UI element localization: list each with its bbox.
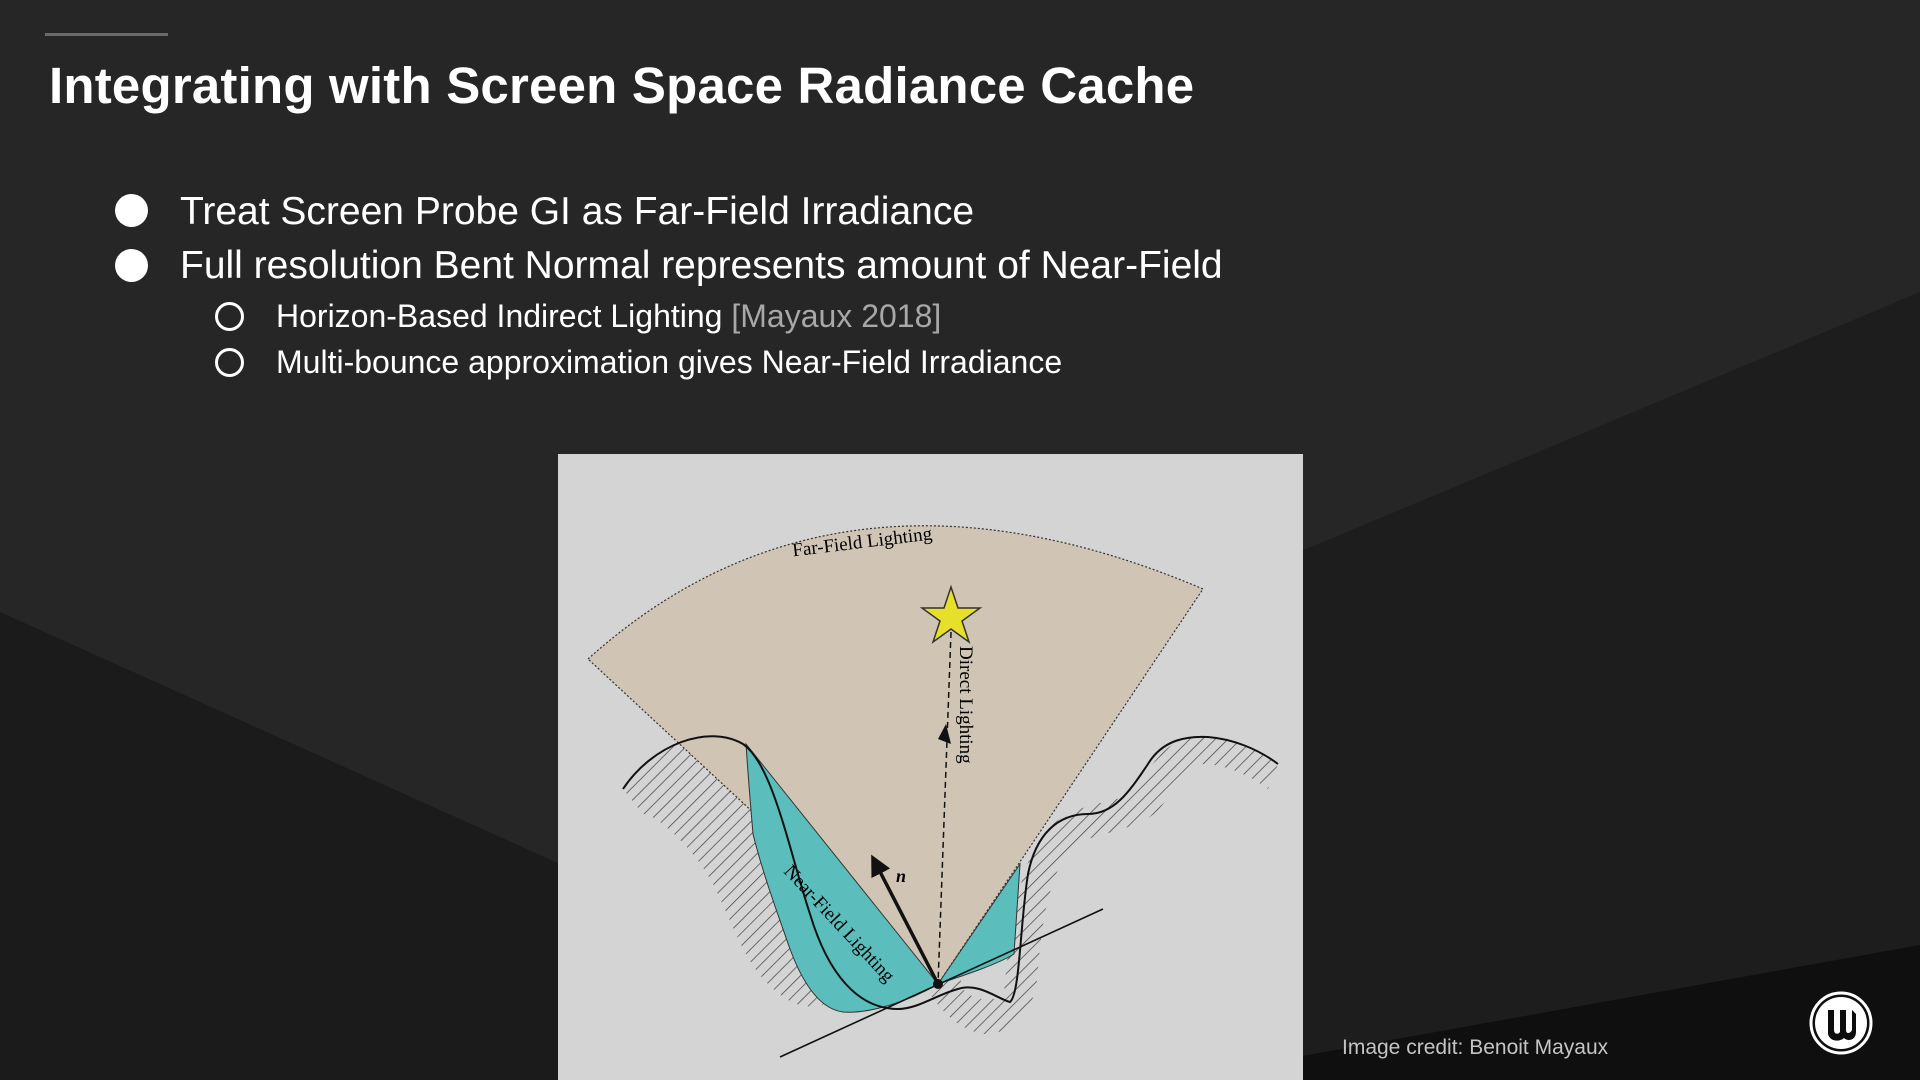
sub-bullet-ring-icon [215, 348, 244, 377]
direct-lighting-label: Direct Lighting [955, 646, 976, 764]
citation: [Mayaux 2018] [731, 298, 942, 334]
sub-bullet-ring-icon [215, 302, 244, 331]
horizon-lighting-diagram: Far-Field Lighting Direct Lighting Near-… [558, 454, 1303, 1080]
unreal-engine-logo-icon [1809, 991, 1873, 1055]
image-credit: Image credit: Benoit Mayaux [1342, 1036, 1609, 1059]
sub-bullet-text: Multi-bounce approximation gives Near-Fi… [276, 344, 1063, 380]
surface-point [933, 979, 943, 989]
sub-bullet-item: Horizon-Based Indirect Lighting [Mayaux … [276, 300, 941, 332]
slide-title: Integrating with Screen Space Radiance C… [49, 57, 1195, 114]
bullet-dot-icon [115, 249, 148, 282]
normal-label: n [896, 866, 906, 886]
sub-bullet-text: Horizon-Based Indirect Lighting [276, 298, 723, 334]
background-shape-right [1280, 292, 1920, 1080]
bullet-dot-icon [115, 194, 148, 227]
bullet-item: Full resolution Bent Normal represents a… [180, 244, 1223, 287]
sub-bullet-item: Multi-bounce approximation gives Near-Fi… [276, 346, 1062, 378]
title-accent-line [45, 33, 168, 36]
bullet-item: Treat Screen Probe GI as Far-Field Irrad… [180, 190, 975, 233]
background-dark-shape-left [0, 612, 640, 1080]
